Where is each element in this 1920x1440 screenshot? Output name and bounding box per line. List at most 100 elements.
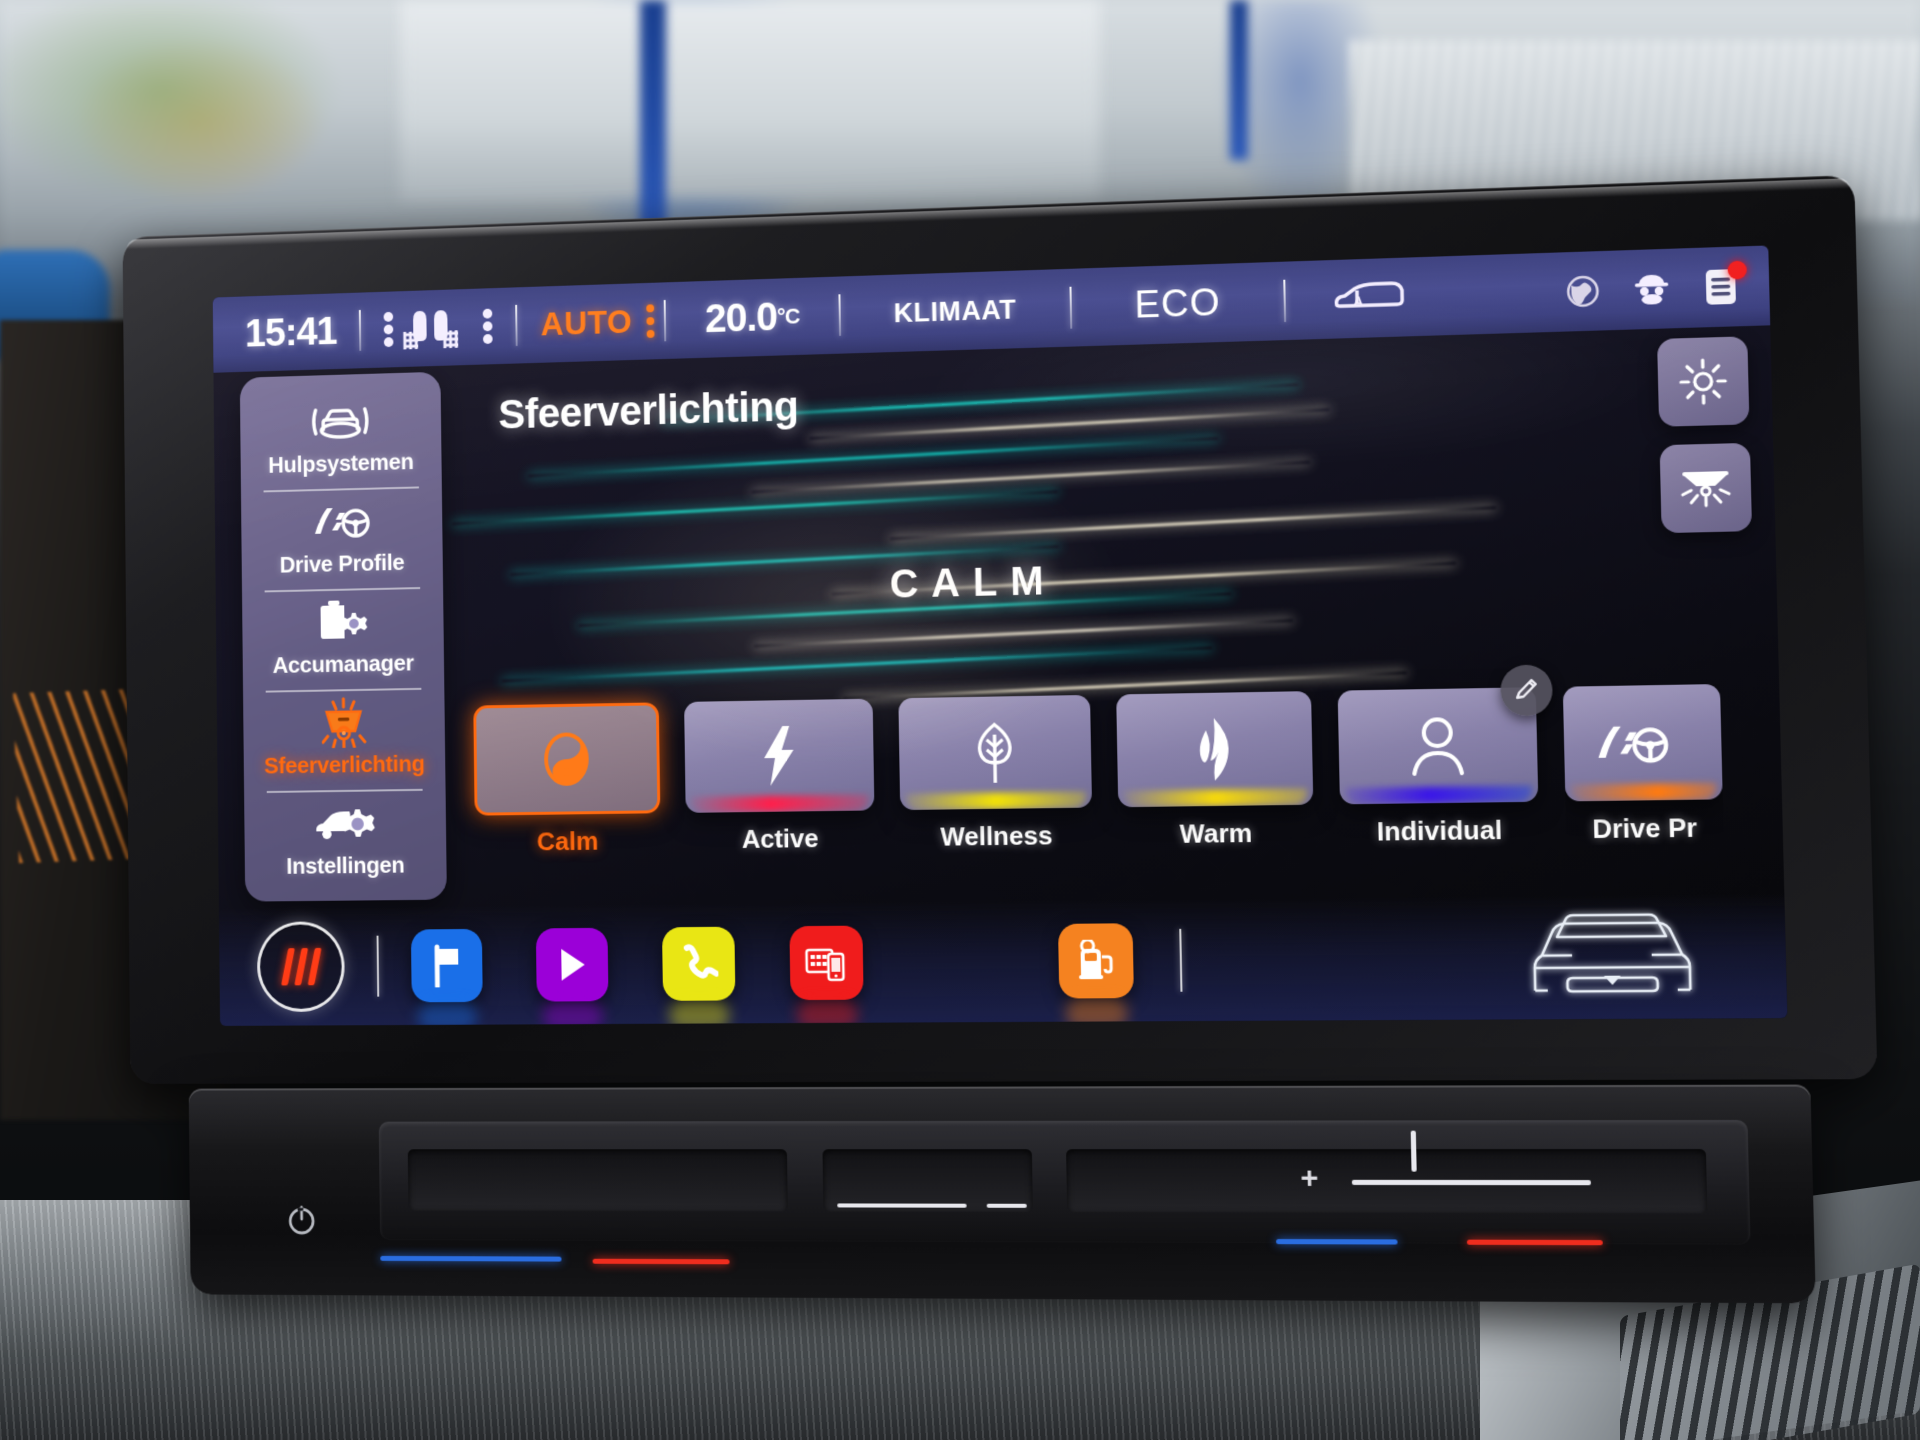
light-streak bbox=[751, 460, 1311, 494]
sidebar-item-label: Accumanager bbox=[272, 649, 414, 678]
auto-indicator-dots bbox=[646, 304, 655, 338]
brightness-button[interactable] bbox=[1657, 336, 1750, 427]
divider bbox=[1179, 928, 1183, 992]
touch-slider-panel[interactable]: + bbox=[378, 1119, 1751, 1245]
notifications-list-icon[interactable] bbox=[1699, 260, 1747, 308]
divider bbox=[1283, 279, 1286, 323]
slider-tick bbox=[986, 1203, 1027, 1208]
auto-hold-button[interactable]: A A bbox=[1295, 257, 1440, 340]
pencil-icon bbox=[1513, 677, 1541, 704]
edit-individual-button[interactable] bbox=[1499, 664, 1554, 717]
sidebar-item-label: Sfeerverlichting bbox=[263, 750, 425, 779]
mood-card-label: Calm bbox=[536, 825, 599, 857]
mood-card-drive-profile[interactable]: Drive Pr bbox=[1562, 683, 1724, 846]
background-building bbox=[400, 0, 1100, 200]
phone-icon bbox=[679, 944, 719, 984]
climate-button[interactable]: KLIMAAT bbox=[850, 269, 1061, 353]
page-title: Sfeerverlichting bbox=[498, 382, 799, 438]
divider bbox=[838, 294, 841, 336]
temperature-value: 20.0 bbox=[704, 294, 778, 341]
temperature-unit: °C bbox=[776, 303, 800, 329]
mood-card-label: Wellness bbox=[940, 820, 1053, 852]
mood-card-warm[interactable]: Warm bbox=[1116, 691, 1314, 851]
vehicle-front-view[interactable] bbox=[1501, 900, 1724, 1015]
volume-marker bbox=[1410, 1130, 1417, 1172]
light-streak bbox=[501, 646, 1213, 683]
card-glow bbox=[905, 791, 1087, 811]
globe-icon[interactable] bbox=[1562, 270, 1605, 312]
slider-tick bbox=[837, 1203, 967, 1208]
fuel-pump-icon bbox=[1074, 940, 1117, 983]
mood-card-tile[interactable] bbox=[473, 702, 661, 816]
mood-card-tile[interactable] bbox=[684, 698, 875, 813]
svg-text:A: A bbox=[1353, 294, 1364, 310]
led-indicator-red bbox=[592, 1258, 730, 1265]
home-button[interactable] bbox=[256, 921, 346, 1013]
seat-heating-icon[interactable] bbox=[370, 288, 506, 368]
dock-app-list bbox=[410, 923, 1134, 1003]
tree-icon bbox=[968, 720, 1021, 785]
sidebar-item-label: Instellingen bbox=[286, 851, 405, 879]
card-glow bbox=[483, 794, 652, 813]
main-content: CALM Sfeerverlichting Hulpsystemen Drive… bbox=[213, 325, 1788, 1026]
sun-icon bbox=[1677, 356, 1729, 407]
notification-badge bbox=[1727, 260, 1747, 280]
temperature-slider-left[interactable] bbox=[407, 1149, 788, 1212]
light-streak bbox=[451, 490, 1059, 526]
incognito-icon[interactable] bbox=[1630, 268, 1673, 310]
sidebar-item-drive-profile[interactable]: Drive Profile bbox=[248, 486, 435, 591]
card-glow bbox=[691, 794, 869, 813]
touchscreen[interactable]: 15:41 AUTO 20.0 °C KLIMAAT ECO A CALM Sf… bbox=[212, 245, 1788, 1026]
ambient-light-button[interactable] bbox=[1659, 442, 1753, 534]
sidebar-item-hulpsystemen[interactable]: Hulpsystemen bbox=[247, 386, 434, 491]
flame-icon bbox=[1191, 716, 1237, 783]
card-glow bbox=[1571, 782, 1717, 802]
status-right-icons bbox=[1562, 260, 1753, 312]
mood-card-active[interactable]: Active bbox=[684, 698, 875, 856]
sidebar-item-accumanager[interactable]: Accumanager bbox=[250, 587, 437, 691]
climate-auto-button[interactable]: AUTO bbox=[527, 283, 655, 363]
mood-card-wellness[interactable]: Wellness bbox=[898, 694, 1093, 853]
sidebar-item-sfeerverlichting[interactable]: Sfeerverlichting bbox=[251, 688, 438, 792]
volume-track bbox=[1351, 1179, 1591, 1186]
divider bbox=[1069, 286, 1073, 329]
dock-bar bbox=[218, 893, 1788, 1026]
card-glow bbox=[1124, 788, 1308, 808]
mood-card-tile[interactable] bbox=[1116, 691, 1314, 808]
clock: 15:41 bbox=[244, 309, 337, 355]
yin-yang-icon bbox=[538, 728, 595, 790]
hardware-control-bar: + bbox=[188, 1084, 1816, 1304]
battery-settings-icon bbox=[253, 597, 432, 648]
ambient-light-icon bbox=[254, 697, 433, 747]
smartphone-app[interactable] bbox=[789, 925, 864, 1001]
phone-app[interactable] bbox=[661, 926, 736, 1001]
power-button[interactable] bbox=[281, 1198, 323, 1241]
mood-card-tile[interactable] bbox=[898, 694, 1093, 811]
drive-mode-button[interactable]: ECO bbox=[1082, 262, 1275, 346]
mood-card-calm[interactable]: Calm bbox=[473, 702, 661, 858]
navigation-app[interactable] bbox=[410, 928, 483, 1003]
sidebar-item-instellingen[interactable]: Instellingen bbox=[252, 789, 440, 892]
flag-icon bbox=[428, 944, 465, 988]
fuel-app[interactable] bbox=[1057, 923, 1134, 999]
divider bbox=[663, 300, 667, 342]
light-streak bbox=[753, 618, 1294, 648]
media-app[interactable] bbox=[535, 927, 609, 1002]
mood-card-individual[interactable]: Individual bbox=[1337, 664, 1554, 848]
car-play-icon bbox=[804, 944, 848, 982]
home-icon bbox=[280, 947, 322, 986]
mood-card-label: Individual bbox=[1376, 814, 1503, 847]
temperature-display[interactable]: 20.0 °C bbox=[675, 277, 829, 359]
background-pole bbox=[640, 0, 666, 230]
right-button-column bbox=[1657, 336, 1753, 534]
steering-wheel-road-icon bbox=[1593, 716, 1672, 771]
driver-assist-icon bbox=[251, 395, 430, 447]
mood-card-tile[interactable] bbox=[1562, 683, 1723, 802]
lightning-icon bbox=[758, 724, 800, 788]
screen-bezel: 15:41 AUTO 20.0 °C KLIMAAT ECO A CALM Sf… bbox=[122, 174, 1878, 1084]
led-indicator-blue bbox=[1276, 1239, 1398, 1245]
divider bbox=[515, 304, 518, 346]
auto-label: AUTO bbox=[540, 303, 633, 343]
light-streak bbox=[809, 408, 1330, 440]
play-icon bbox=[554, 945, 589, 985]
